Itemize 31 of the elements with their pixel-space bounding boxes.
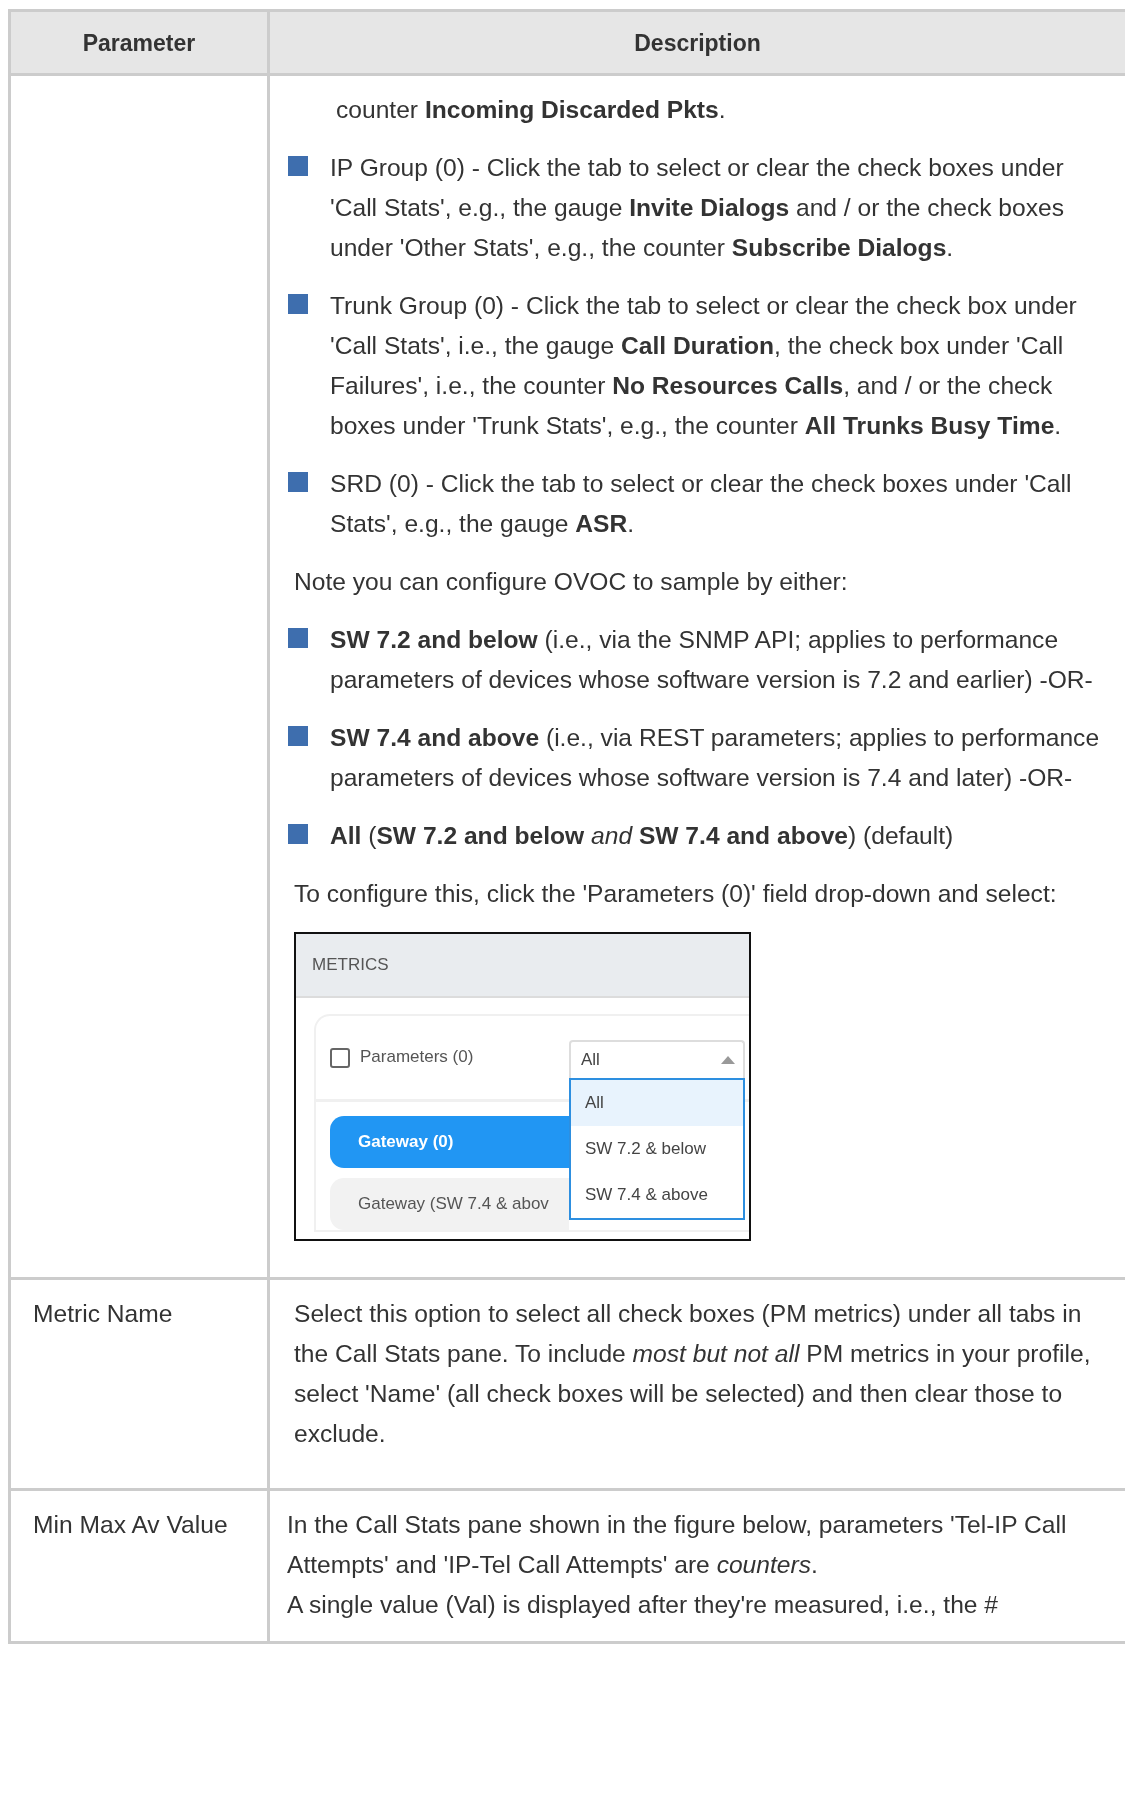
bullet-icon — [288, 628, 308, 648]
parameter-name: Min Max Av Value — [33, 1510, 229, 1540]
dropdown[interactable]: All — [569, 1040, 745, 1078]
column-header: Parameter — [9, 10, 269, 75]
bullet-icon — [288, 294, 308, 314]
dropdown-option[interactable]: All — [571, 1080, 743, 1126]
description-text: Note you can configure OVOC to sample by either: — [294, 567, 849, 597]
bullet-text: SW 7.2 and below (i.e., via the SNMP API; applies to performance parameters of devices whose software version is 7.2 and earlier) -OR- — [330, 625, 1094, 695]
bullet-text: IP Group (0) - Click the tab to select or clear the check boxes under 'Call Stats', e.g., the gauge Invite Dialogs and / or the check boxes under 'Other Stats', e.g., the counter Subscribe Dialogs. — [330, 153, 1065, 263]
bullet-icon — [288, 824, 308, 844]
description-text: A single value (Val) is displayed after they're measured, i.e., the # — [287, 1590, 999, 1620]
checkbox-label: Parameters (0) — [360, 1047, 474, 1068]
bullet-text: SRD (0) - Click the tab to select or clear the check boxes under 'Call Stats', e.g., the gauge ASR. — [330, 469, 1073, 539]
dropdown-option[interactable]: SW 7.2 & below — [571, 1126, 743, 1172]
column-header: Description — [268, 10, 1125, 75]
dropdown-option[interactable]: SW 7.4 & above — [571, 1172, 743, 1218]
description-text: In the Call Stats pane shown in the figure below, parameters 'Tel-IP Call Attempts' and 'IP-Tel Call Attempts' are counters. — [287, 1510, 1068, 1580]
description-text: Select this option to select all check boxes (PM metrics) under all tabs in the Call Stats pane. To include most but not all PM metrics in your profile, select 'Name' (all check boxes will be selected) and then clear those to exclude. — [294, 1299, 1092, 1449]
panel-title: METRICS — [311, 954, 389, 976]
parameter-name: Metric Name — [33, 1299, 174, 1329]
caret-icon — [721, 1056, 735, 1064]
bullet-icon — [288, 156, 308, 176]
bullet-text: Trunk Group (0) - Click the tab to select or clear the check box under 'Call Stats', i.e., the gauge Call Duration, the check box under 'Call Failures', i.e., the counter No Resources Calls, and / or the check boxes under 'Trunk Stats', e.g., the counter All Trunks Busy Time. — [330, 291, 1078, 441]
description-text: To configure this, click the 'Parameters (0)' field drop-down and select: — [294, 879, 1058, 909]
bullet-icon — [288, 726, 308, 746]
description-text: counter Incoming Discarded Pkts. — [335, 95, 727, 125]
checkbox[interactable] — [330, 1047, 350, 1068]
bullet-text: SW 7.4 and above (i.e., via REST parameters; applies to performance parameters of devices whose software version is 7.4 and later) -OR- — [330, 723, 1101, 793]
bullet-text: All (SW 7.2 and below and SW 7.4 and above) (default) — [330, 821, 954, 851]
tab[interactable]: Gateway (SW 7.4 & abov — [330, 1178, 569, 1230]
bullet-icon — [288, 472, 308, 492]
